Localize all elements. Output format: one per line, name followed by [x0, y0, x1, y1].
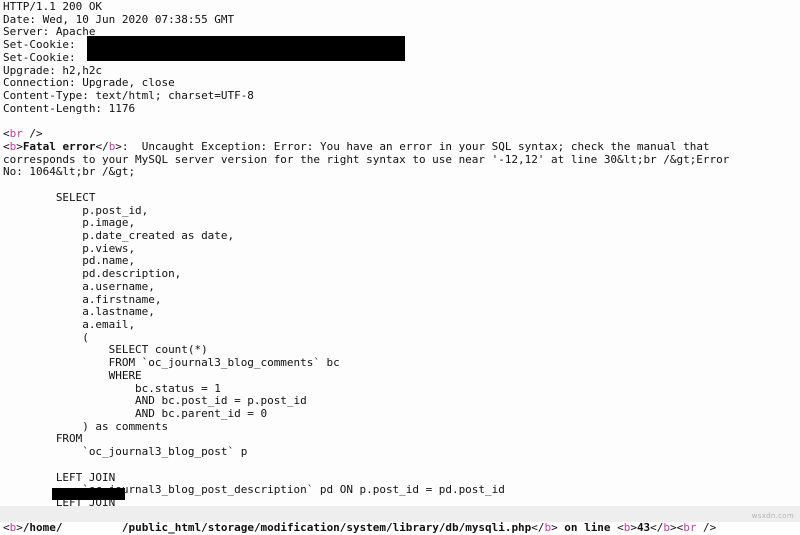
lineno-b-open-bracket: < [617, 521, 624, 535]
br-close-bracket: /> [22, 127, 43, 141]
set-cookie-redaction-bar [87, 36, 405, 61]
file-b-open-tag-name: b [9, 521, 17, 535]
header-status-line: HTTP/1.1 200 OK [3, 0, 103, 13]
lineno-b-close-gt: > [670, 521, 677, 535]
file-b-close-tag-name: b [544, 521, 552, 535]
site-watermark: wsxdn.com [751, 512, 794, 520]
sql-line: a.email, [3, 317, 136, 331]
sql-line: SELECT [3, 190, 96, 204]
error-file-path-redacted-user [62, 521, 121, 534]
trailing-br-open-bracket: < [676, 521, 684, 535]
file-b-close-gt: > [551, 521, 558, 535]
lineno-b-close-tag-name: b [663, 521, 670, 535]
raw-http-response-text: HTTP/1.1 200 OK Date: Wed, 10 Jun 2020 07… [3, 0, 798, 535]
sql-line: FROM `oc_journal3_blog_comments` bc [3, 356, 340, 370]
blank-separator-line [3, 115, 798, 128]
file-b-close-bracket: </ [531, 521, 545, 535]
fatal-error-label: Fatal error [22, 139, 96, 153]
b-close-gt: > [115, 139, 122, 153]
sql-line: a.username, [3, 279, 155, 293]
header-content-type: Content-Type: text/html; charset=UTF-8 [3, 89, 254, 103]
b-open-bracket: < [3, 139, 10, 153]
sql-line: WHERE [3, 368, 142, 382]
sql-blank-line [3, 459, 798, 472]
error-file-and-line: <b>/home/ /public_html/storage/modificat… [3, 522, 798, 535]
header-date: Date: Wed, 10 Jun 2020 07:38:55 GMT [3, 12, 235, 26]
error-file-path-prefix: /home/ [22, 521, 63, 535]
lineno-b-open-tag-name: b [623, 521, 631, 535]
trailing-br-close-bracket: /> [696, 521, 717, 535]
response-dump-page: HTTP/1.1 200 OK Date: Wed, 10 Jun 2020 07… [0, 0, 800, 534]
file-b-open-gt: > [16, 521, 23, 535]
sql-line: pd.description, [3, 267, 182, 281]
header-content-length: Content-Length: 1176 [3, 101, 136, 115]
br-open-bracket: < [3, 127, 10, 141]
sql-line: p.date_created as date, [3, 228, 235, 242]
fatal-error-text-line-3: No: 1064&lt;br /&gt; [3, 165, 136, 179]
home-directory-redaction-bar [52, 488, 125, 500]
sql-line: `oc_journal3_blog_post` p [3, 445, 248, 459]
lineno-b-open-gt: > [630, 521, 637, 535]
on-line-text: on line [557, 521, 618, 535]
b-open-gt: > [16, 139, 23, 153]
lineno-b-close-bracket: </ [650, 521, 664, 535]
file-b-open-bracket: < [3, 521, 10, 535]
fatal-error-text-line-2: corresponds to your MySQL server version… [3, 152, 730, 166]
fatal-error-message: <b>Fatal error</b>: Uncaught Exception: … [3, 139, 798, 179]
b-close-bracket: </ [95, 139, 109, 153]
fatal-error-text-line-1: : Uncaught Exception: Error: You have an… [121, 139, 710, 153]
error-line-number: 43 [636, 521, 651, 535]
sql-line: ) as comments [3, 419, 169, 433]
bottom-grey-band [0, 506, 800, 522]
br-tag-name: br [9, 127, 23, 141]
sql-line: AND bc.parent_id = 0 [3, 407, 268, 420]
trailing-br-tag-name: br [683, 521, 697, 535]
error-file-path-suffix: /public_html/storage/modification/system… [121, 521, 532, 535]
